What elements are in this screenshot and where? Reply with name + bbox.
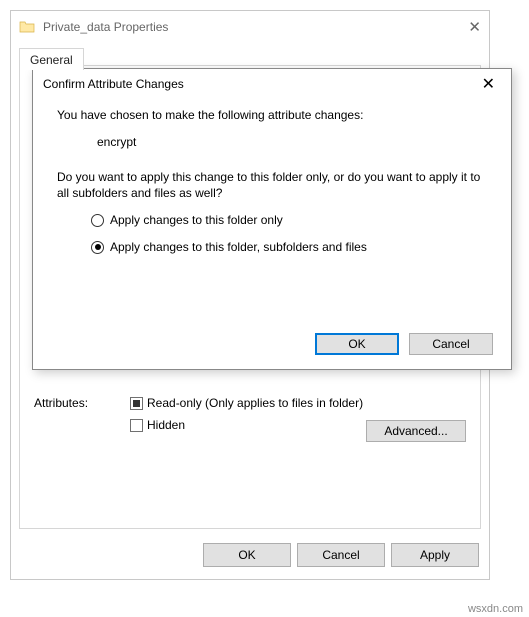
tab-general[interactable]: General — [19, 48, 84, 70]
radio-recursive-label: Apply changes to this folder, subfolders… — [110, 239, 367, 256]
attributes-checks: Read-only (Only applies to files in fold… — [130, 396, 466, 440]
radio-icon — [91, 214, 104, 227]
confirm-ok-button[interactable]: OK — [315, 333, 399, 355]
radio-recursive[interactable]: Apply changes to this folder, subfolders… — [91, 239, 487, 256]
watermark: wsxdn.com — [468, 603, 523, 615]
confirm-change-text: encrypt — [97, 134, 487, 151]
properties-buttons: OK Cancel Apply — [203, 543, 479, 567]
confirm-body: You have chosen to make the following at… — [33, 99, 511, 256]
radio-folder-only-label: Apply changes to this folder only — [110, 212, 283, 229]
properties-apply-button[interactable]: Apply — [391, 543, 479, 567]
checkbox-box-icon — [130, 397, 143, 410]
confirm-buttons: OK Cancel — [315, 333, 493, 355]
properties-close-icon[interactable]: ✕ — [468, 18, 481, 36]
radio-icon — [91, 241, 104, 254]
properties-cancel-button[interactable]: Cancel — [297, 543, 385, 567]
attributes-row: Attributes: Read-only (Only applies to f… — [34, 396, 466, 440]
confirm-titlebar: Confirm Attribute Changes ✕ — [33, 69, 511, 99]
properties-title: Private_data Properties — [43, 20, 460, 34]
attributes-label: Attributes: — [34, 396, 130, 440]
confirm-dialog: Confirm Attribute Changes ✕ You have cho… — [32, 68, 512, 370]
properties-tabs: General — [19, 47, 83, 69]
radio-folder-only[interactable]: Apply changes to this folder only — [91, 212, 487, 229]
confirm-line1: You have chosen to make the following at… — [57, 107, 487, 124]
confirm-cancel-button[interactable]: Cancel — [409, 333, 493, 355]
readonly-checkbox[interactable]: Read-only (Only applies to files in fold… — [130, 396, 466, 410]
confirm-line2: Do you want to apply this change to this… — [57, 169, 487, 203]
folder-icon — [19, 19, 35, 35]
advanced-button[interactable]: Advanced... — [366, 420, 466, 442]
readonly-label: Read-only (Only applies to files in fold… — [147, 396, 363, 410]
properties-titlebar: Private_data Properties ✕ — [11, 11, 489, 43]
confirm-title: Confirm Attribute Changes — [43, 77, 476, 91]
confirm-close-icon[interactable]: ✕ — [476, 72, 501, 96]
properties-ok-button[interactable]: OK — [203, 543, 291, 567]
radio-group: Apply changes to this folder only Apply … — [91, 212, 487, 256]
hidden-label: Hidden — [147, 418, 185, 432]
checkbox-box-icon — [130, 419, 143, 432]
